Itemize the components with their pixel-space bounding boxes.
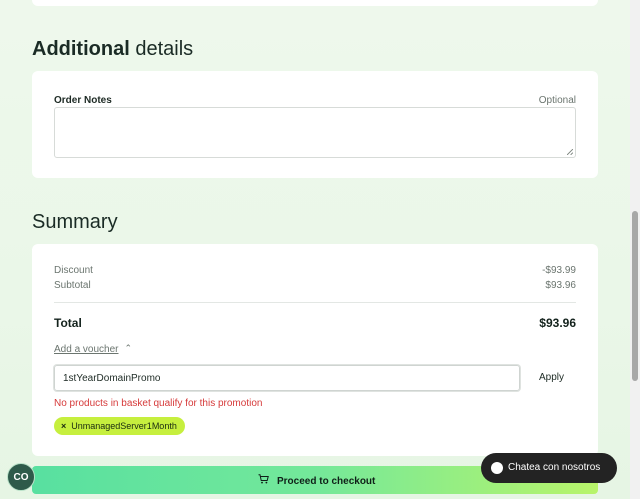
applied-voucher-tag: × UnmanagedServer1Month	[54, 417, 185, 435]
title-light: details	[135, 38, 194, 60]
voucher-tag-label: UnmanagedServer1Month	[71, 421, 177, 431]
scrollbar-thumb[interactable]	[632, 211, 638, 381]
checkout-label: Proceed to checkout	[277, 476, 376, 487]
chevron-up-icon: ⌃	[124, 343, 133, 353]
summary-row-discount: Discount -$93.99	[54, 265, 576, 276]
page-scrollbar[interactable]	[630, 0, 640, 499]
total-label: Total	[54, 316, 82, 330]
summary-row-subtotal: Subtotal $93.96	[54, 280, 576, 291]
voucher-input[interactable]: 1stYearDomainPromo	[54, 365, 520, 391]
order-notes-label: Order Notes	[54, 95, 112, 106]
additional-details-card: Order Notes Optional	[32, 71, 598, 178]
previous-card	[32, 0, 598, 6]
order-notes-textarea[interactable]	[54, 107, 576, 158]
co-badge[interactable]: CO	[7, 463, 35, 491]
apply-voucher-button[interactable]: Apply	[539, 372, 564, 383]
subtotal-label: Subtotal	[54, 280, 91, 291]
summary-card: Discount -$93.99 Subtotal $93.96 Total $…	[32, 244, 598, 456]
optional-label: Optional	[538, 95, 576, 106]
chat-widget-button[interactable]: Chatea con nosotros	[481, 453, 617, 483]
discount-value: -$93.99	[542, 265, 576, 276]
total-row: Total $93.96	[54, 316, 576, 330]
subtotal-value: $93.96	[545, 280, 576, 291]
chat-bubble-icon	[491, 462, 503, 474]
additional-details-title: Additional details	[32, 38, 193, 61]
total-value: $93.96	[539, 316, 576, 330]
cart-icon	[258, 474, 269, 487]
summary-title: Summary	[32, 211, 118, 233]
discount-label: Discount	[54, 265, 93, 276]
remove-voucher-icon[interactable]: ×	[61, 421, 66, 431]
chat-label: Chatea con nosotros	[508, 462, 601, 473]
summary-divider	[54, 302, 576, 303]
title-bold: Additional	[32, 38, 130, 60]
add-voucher-toggle[interactable]: Add a voucher ⌃	[54, 343, 133, 355]
voucher-error-message: No products in basket qualify for this p…	[54, 398, 263, 409]
add-voucher-label: Add a voucher	[54, 344, 119, 355]
resize-handle-icon[interactable]	[567, 149, 573, 155]
